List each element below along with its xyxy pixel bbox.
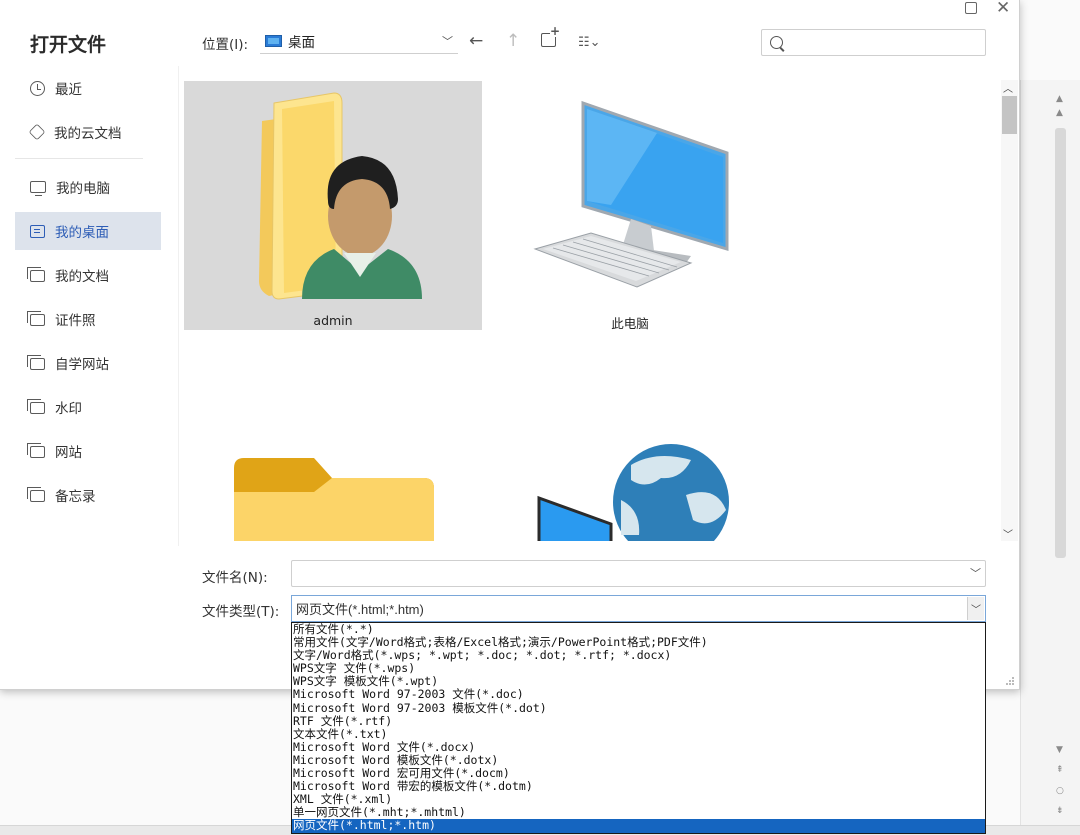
up-arrow-icon[interactable]: ↑: [506, 30, 520, 52]
file-list: admin 此电脑: [183, 80, 995, 541]
filetype-select[interactable]: 网页文件(*.html;*.htm) ﹀: [291, 595, 986, 622]
sidebar-separator: [178, 66, 179, 546]
filetype-option[interactable]: Microsoft Word 97-2003 模板文件(*.dot): [292, 701, 985, 715]
file-item-admin[interactable]: admin: [184, 81, 482, 330]
filetype-option-selected[interactable]: 网页文件(*.html;*.htm): [292, 819, 985, 833]
restore-button[interactable]: [965, 2, 977, 14]
sidebar-item-label: 网站: [55, 445, 82, 461]
filetype-option[interactable]: 文本文件(*.txt): [292, 727, 985, 741]
desktop-icon: [30, 224, 45, 238]
sidebar-item-recent[interactable]: 最近: [15, 69, 161, 107]
clock-icon: [30, 80, 45, 96]
sidebar-divider: [15, 158, 143, 159]
file-item-label: 此电脑: [611, 316, 649, 331]
folder-icon: [27, 487, 45, 502]
folder-icon: [27, 355, 45, 370]
sidebar-item-memo[interactable]: 备忘录: [15, 476, 161, 514]
sidebar-item-watermark[interactable]: 水印: [15, 388, 161, 426]
chevron-down-icon[interactable]: ﹀: [970, 565, 981, 581]
file-item-label: admin: [313, 313, 353, 328]
dialog-title: 打开文件: [30, 34, 107, 56]
sidebar-item-label: 备忘录: [55, 489, 96, 505]
scroll-up-icon[interactable]: ︿: [1003, 80, 1013, 95]
folder-icon: [234, 458, 434, 541]
globe-network-icon: [537, 444, 729, 541]
sidebar-item-label: 我的桌面: [55, 225, 109, 241]
open-file-dialog: ✕ 打开文件 最近 我的云文档 我的电脑 我的桌面 我的文档 证件照 自学网站 …: [0, 0, 1020, 690]
sidebar-item-label: 水印: [55, 401, 82, 417]
view-mode-icon[interactable]: ☷⌄: [578, 32, 601, 54]
scroll-down-icon[interactable]: ﹀: [1003, 526, 1013, 541]
background-scrollbar-thumb[interactable]: [1055, 128, 1066, 558]
background-side-panel: [1020, 80, 1080, 825]
computer-icon: [533, 100, 729, 288]
sidebar-item-learning-sites[interactable]: 自学网站: [15, 344, 161, 382]
sidebar-item-label: 最近: [55, 82, 82, 98]
filetype-option[interactable]: Microsoft Word 文件(*.docx): [292, 740, 985, 754]
location-label: 位置(I):: [202, 37, 249, 53]
user-folder-icon: [259, 92, 422, 300]
sidebar-item-websites[interactable]: 网站: [15, 432, 161, 470]
sidebar-item-my-computer[interactable]: 我的电脑: [15, 168, 161, 206]
sidebar-item-label: 我的云文档: [54, 126, 122, 142]
file-item-this-pc[interactable]: 此电脑: [481, 81, 779, 331]
filetype-option[interactable]: RTF 文件(*.rtf): [292, 714, 985, 728]
background-scroll-up-icon-2[interactable]: ▲: [1056, 108, 1063, 118]
folder-icon: [27, 443, 45, 458]
folder-icon: [27, 267, 45, 282]
background-scroll-up-icon[interactable]: ▲: [1056, 94, 1063, 104]
location-dropdown[interactable]: 桌面 ﹀: [260, 29, 458, 54]
filetype-option[interactable]: Microsoft Word 带宏的模板文件(*.dotm): [292, 780, 985, 793]
filename-label: 文件名(N):: [202, 570, 268, 586]
filename-input[interactable]: [291, 560, 986, 587]
file-item-network[interactable]: [481, 440, 779, 541]
resize-grip-icon[interactable]: [1005, 676, 1015, 686]
background-scroll-down-icon[interactable]: ▼: [1056, 745, 1063, 755]
filetype-option[interactable]: Microsoft Word 97-2003 文件(*.doc): [292, 688, 985, 701]
desktop-icon: [265, 35, 282, 47]
sidebar-item-id-photo[interactable]: 证件照: [15, 300, 161, 338]
filetype-dropdown-list[interactable]: 所有文件(*.*) 常用文件(文字/Word格式;表格/Excel格式;演示/P…: [291, 622, 986, 834]
sidebar-item-my-documents[interactable]: 我的文档: [15, 256, 161, 294]
sidebar-item-my-desktop[interactable]: 我的桌面: [15, 212, 161, 250]
search-input[interactable]: [761, 29, 986, 56]
chevron-down-icon[interactable]: ﹀: [967, 597, 984, 620]
cube-icon: [28, 123, 46, 141]
search-icon: [770, 36, 783, 49]
background-page-up-icon[interactable]: ⇞: [1056, 765, 1064, 775]
chevron-down-icon[interactable]: ﹀: [442, 33, 453, 49]
filetype-value: 网页文件(*.html;*.htm): [296, 602, 424, 617]
folder-icon: [27, 399, 45, 414]
sidebar-item-cloud-docs[interactable]: 我的云文档: [15, 113, 161, 151]
sidebar-item-label: 证件照: [55, 313, 96, 329]
background-page-down-icon[interactable]: ⇟: [1056, 806, 1064, 816]
back-arrow-icon[interactable]: ←: [469, 30, 483, 52]
sidebar-item-label: 我的电脑: [56, 181, 110, 197]
close-button[interactable]: ✕: [996, 0, 1010, 18]
file-list-scrollbar[interactable]: ︿ ﹀: [1001, 80, 1018, 541]
scrollbar-thumb[interactable]: [1002, 96, 1017, 134]
sidebar-item-label: 我的文档: [55, 269, 109, 285]
file-item-folder[interactable]: [184, 440, 482, 541]
folder-icon: [27, 311, 45, 326]
background-circle-icon[interactable]: ○: [1056, 786, 1064, 796]
new-folder-icon[interactable]: [541, 25, 561, 47]
location-value: 桌面: [288, 35, 315, 51]
monitor-icon: [30, 181, 46, 197]
filetype-label: 文件类型(T):: [202, 604, 280, 620]
sidebar-item-label: 自学网站: [55, 357, 109, 373]
